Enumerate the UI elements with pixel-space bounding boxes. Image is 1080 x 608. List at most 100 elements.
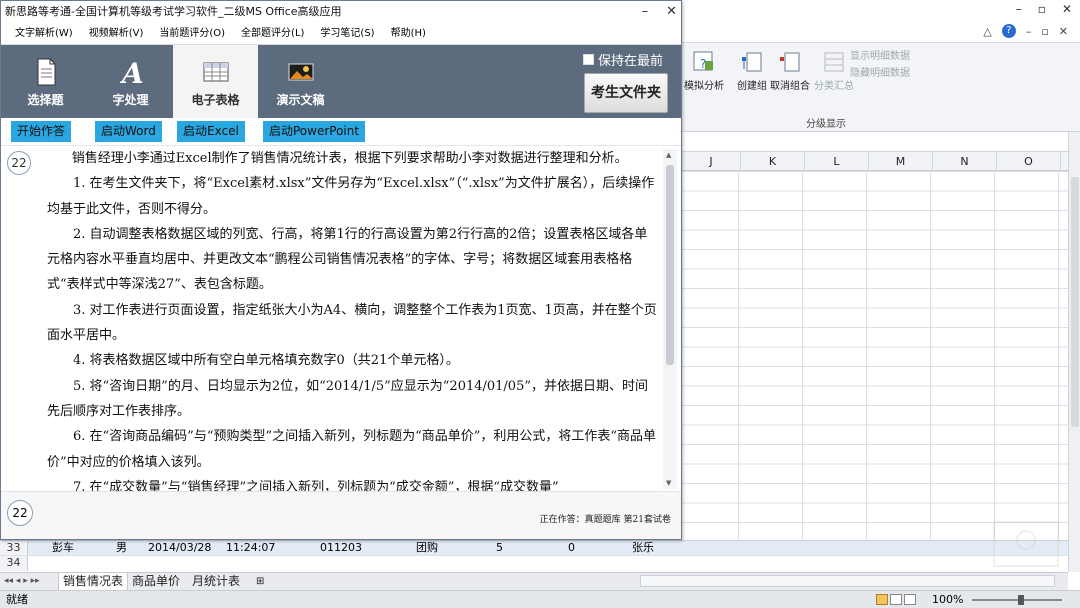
watermark-logo [986,518,1066,570]
question-step: 3. 对工作表进行页面设置，指定纸张大小为A4、横向，调整整个工作表为1页宽、1… [47,302,657,344]
tutor-window-controls: – ✕ [642,1,677,23]
launch-word-button[interactable]: 启动Word [95,121,162,142]
zoom-level[interactable]: 100% [932,591,963,608]
column-header-l[interactable]: L [805,152,869,171]
slide-image-icon [288,63,313,81]
question-step: 7. 在“成交数量”与“销售经理”之间插入新列，列标题为“成交金额”，根据“成交… [73,479,559,491]
cell-name[interactable]: 彭车 [52,541,74,555]
menu-video-analysis[interactable]: 视频解析(V) [75,23,144,44]
row-number[interactable]: 34 [0,556,28,571]
start-answer-button[interactable]: 开始作答 [11,121,72,142]
cell-time[interactable]: 11:24:07 [226,541,275,555]
cell-qty[interactable]: 5 [496,541,503,555]
status-bar: 就绪 100% [0,590,1080,608]
zoom-slider[interactable] [972,599,1062,601]
exam-folder-button[interactable]: 考生文件夹 [584,73,668,113]
tab-excel[interactable]: 电子表格 [173,45,258,118]
checkbox-box[interactable] [583,54,594,65]
menu-bar: 文字解析(W) 视频解析(V) 当前题评分(O) 全部题评分(L) 学习笔记(S… [1,23,681,45]
vertical-scrollbar[interactable] [1068,132,1080,572]
excel-ribbon: ? 模拟分析 创建组 取消组合 分类汇总 显示明细数据 隐藏明细数据 分级显示 [682,42,1080,132]
excel-ribbon-controls: △ ? – ▫ ✕ [983,24,1068,38]
row-number[interactable]: 33 [0,541,28,555]
scroll-thumb[interactable] [666,165,674,365]
always-on-top-checkbox[interactable]: 保持在最前 [583,50,663,69]
outline-group-label: 分级显示 [806,119,846,130]
workbook-restore-button[interactable]: ▫ [1041,25,1048,38]
close-button[interactable]: ✕ [1062,2,1072,16]
tab-choice[interactable]: 选择题 [3,45,88,118]
question-number-badge: 22 [7,151,31,175]
maximize-button[interactable]: ▫ [1038,2,1046,16]
cell-date[interactable]: 2014/03/28 [148,541,211,555]
question-scrollbar[interactable]: ▲ ▼ [663,149,677,489]
footer-question-number[interactable]: 22 [7,500,33,526]
column-header-m[interactable]: M [869,152,933,171]
table-row[interactable]: 34 [0,555,1068,571]
menu-score-all[interactable]: 全部题评分(L) [227,23,304,44]
sheet-nav-arrows-icon[interactable]: ◂◂ ◂ ▸ ▸▸ [4,573,40,591]
toolbar: 选择题 A 字处理 电子表格 演示文稿 保持在最前 考生文件夹 [1,45,681,118]
excel-window-controls: – ▫ ✕ [1016,2,1072,16]
menu-help[interactable]: 帮助(H) [377,23,426,44]
menu-study-notes[interactable]: 学习笔记(S) [306,23,374,44]
minimize-button[interactable]: – [1016,2,1022,16]
close-button[interactable]: ✕ [666,1,677,23]
cell-manager[interactable]: 张乐 [632,541,654,555]
sheet-tab-monthly[interactable]: 月统计表 [192,573,240,591]
launch-excel-button[interactable]: 启动Excel [177,121,245,142]
launch-powerpoint-button[interactable]: 启动PowerPoint [263,121,366,142]
page-layout-view-icon[interactable] [890,594,902,605]
table-row[interactable]: 33 彭车 男 2014/03/28 11:24:07 011203 团购 5 … [0,540,1068,555]
menu-text-analysis[interactable]: 文字解析(W) [1,23,73,44]
column-header-n[interactable]: N [933,152,997,171]
page-break-view-icon[interactable] [904,594,916,605]
what-if-icon: ? [693,51,713,71]
spreadsheet-icon [203,62,228,82]
question-text: 销售经理小李通过Excel制作了销售情况统计表，根据下列要求帮助小李对数据进行整… [47,146,659,491]
new-sheet-icon[interactable]: ⊞ [256,573,264,591]
help-icon[interactable]: ? [1001,24,1016,38]
scroll-down-icon[interactable]: ▼ [666,479,671,487]
ungroup-icon [780,52,800,72]
cell-value[interactable]: 0 [568,541,575,555]
column-header-j[interactable]: J [682,152,741,171]
letter-a-icon: A [119,57,144,87]
question-step: 6. 在“咨询商品编码”与“预购类型”之间插入新列，列标题为“商品单价”，利用公… [47,429,657,470]
workbook-minimize-button[interactable]: – [1026,25,1032,38]
cell-code[interactable]: 011203 [320,541,362,555]
workbook-close-button[interactable]: ✕ [1059,25,1068,38]
question-step: 2. 自动调整表格数据区域的列宽、行高，将第1行的行高设置为第2行行高的2倍；设… [47,226,648,293]
what-if-analysis-button[interactable]: ? 模拟分析 [682,49,726,92]
sheet-tab-prices[interactable]: 商品单价 [132,573,180,591]
tutor-title-bar: 新思路等考通-全国计算机等级考试学习软件_二级MS Office高级应用 – ✕ [1,1,681,23]
question-intro: 销售经理小李通过Excel制作了销售情况统计表，根据下列要求帮助小李对数据进行整… [71,151,628,166]
tutor-window: 新思路等考通-全国计算机等级考试学习软件_二级MS Office高级应用 – ✕… [0,0,682,540]
scroll-thumb[interactable] [1071,177,1079,427]
ungroup-button[interactable]: 取消组合 [768,49,812,92]
menu-score-current[interactable]: 当前题评分(O) [145,23,225,44]
sheet-tab-sales[interactable]: 销售情况表 [58,573,129,591]
document-icon [37,58,55,86]
answering-status: 正在作答：真题题库 第21套试卷 [539,515,671,525]
always-on-top-label: 保持在最前 [598,54,664,69]
cell-type[interactable]: 团购 [416,541,438,555]
show-detail-button[interactable]: 显示明细数据 [850,48,910,65]
normal-view-icon[interactable] [876,594,888,605]
cell-gender[interactable]: 男 [116,541,127,555]
tab-word[interactable]: A 字处理 [88,45,173,118]
scroll-up-icon[interactable]: ▲ [666,151,671,159]
zoom-slider-thumb[interactable] [1018,595,1024,605]
tab-powerpoint[interactable]: 演示文稿 [258,45,343,118]
question-step: 5. 将“咨询日期”的月、日均显示为2位，如“2014/1/5”应显示为“201… [47,378,648,419]
formula-bar[interactable] [682,132,1080,152]
minimize-button[interactable]: – [642,1,649,23]
horizontal-scrollbar[interactable] [640,575,1055,587]
status-ready: 就绪 [6,593,28,606]
column-header-o[interactable]: O [997,152,1061,171]
hide-detail-button[interactable]: 隐藏明细数据 [850,65,910,82]
column-header-k[interactable]: K [741,152,805,171]
worksheet-grid[interactable] [682,171,1070,543]
ribbon-collapse-icon[interactable]: △ [983,25,991,38]
action-bar: 开始作答 启动Word 启动Excel 启动PowerPoint [1,118,681,145]
